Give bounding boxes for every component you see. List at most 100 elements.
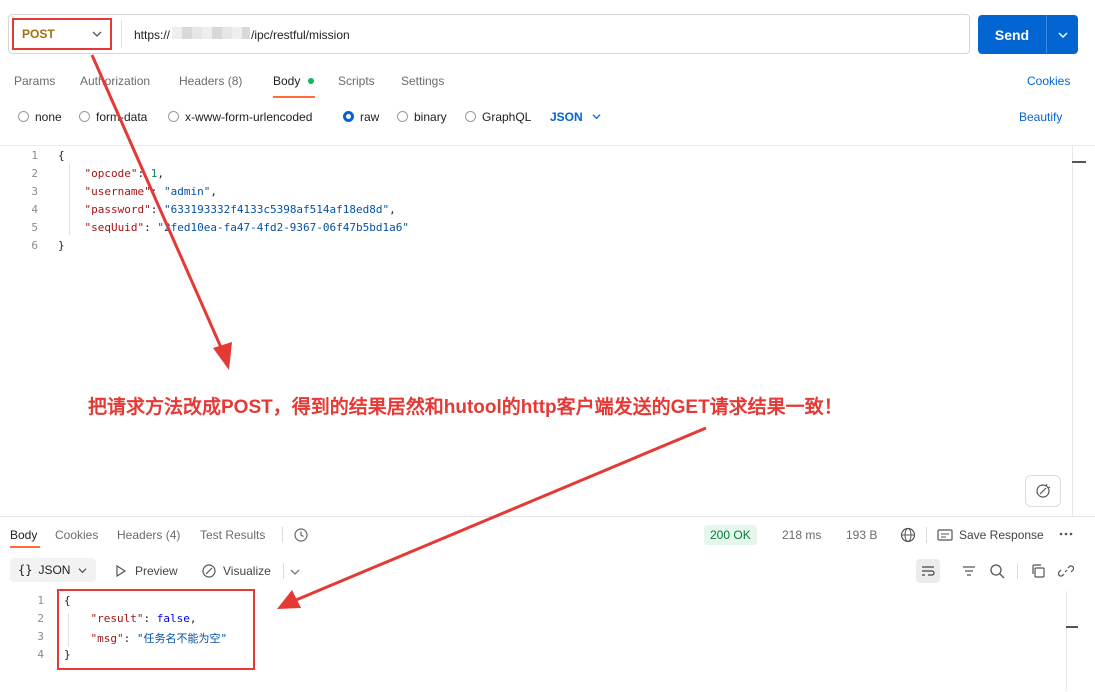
json-key: "result"	[90, 612, 144, 625]
line-number: 1	[31, 149, 38, 162]
radio-urlencoded[interactable]	[168, 111, 179, 122]
visualize-icon	[202, 564, 216, 578]
code-line: }	[64, 648, 71, 661]
response-divider	[0, 516, 1095, 517]
status-badge[interactable]: 200 OK	[704, 525, 757, 545]
code-line: "opcode": 1,	[84, 167, 164, 180]
line-number: 5	[31, 221, 38, 234]
tab-settings[interactable]: Settings	[401, 74, 444, 88]
radio-graphql[interactable]	[465, 111, 476, 122]
globe-icon[interactable]	[900, 527, 916, 543]
play-icon	[116, 565, 126, 577]
tab-params[interactable]: Params	[14, 74, 55, 88]
response-tab-cookies[interactable]: Cookies	[55, 528, 98, 542]
tab-body[interactable]: Body	[273, 74, 300, 88]
chevron-down-icon[interactable]	[290, 567, 300, 577]
response-scroll-thumb[interactable]	[1066, 626, 1078, 628]
line-number: 2	[37, 612, 44, 625]
radio-urlencoded-label[interactable]: x-www-form-urlencoded	[185, 110, 312, 124]
radio-binary-label[interactable]: binary	[414, 110, 447, 124]
save-response-icon	[937, 529, 953, 541]
response-size[interactable]: 193 B	[846, 528, 877, 542]
body-format-select[interactable]: JSON	[550, 110, 601, 124]
line-number: 3	[37, 630, 44, 643]
response-time[interactable]: 218 ms	[782, 528, 821, 542]
divider	[283, 563, 284, 579]
json-value: "2fed10ea-fa47-4fd2-9367-06f47b5bd1a6"	[157, 221, 410, 234]
response-format-label: JSON	[38, 563, 71, 577]
code-line: "msg": "任务名不能为空"	[90, 632, 228, 645]
response-format-select[interactable]: {} JSON	[10, 558, 96, 582]
json-value: 1	[150, 167, 158, 180]
more-icon[interactable]	[1058, 531, 1074, 537]
method-select[interactable]: POST	[12, 18, 112, 50]
radio-form-data-label[interactable]: form-data	[96, 110, 147, 124]
response-tab-headers[interactable]: Headers (4)	[117, 528, 180, 542]
radio-form-data[interactable]	[79, 111, 90, 122]
json-key: "password"	[84, 203, 151, 216]
chevron-down-icon	[78, 567, 88, 573]
annotation-arrow-2	[295, 426, 707, 602]
arrow-head-icon	[213, 342, 232, 370]
cookies-link[interactable]: Cookies	[1027, 74, 1070, 88]
active-tab-indicator	[273, 96, 315, 98]
search-icon[interactable]	[989, 563, 1005, 579]
divider	[282, 527, 283, 543]
code-line: "seqUuid": "2fed10ea-fa47-4fd2-9367-06f4…	[84, 221, 410, 234]
tab-headers[interactable]: Headers (8)	[179, 74, 242, 88]
indent-guide	[68, 613, 69, 647]
body-format-label: JSON	[550, 110, 583, 124]
response-active-tab-indicator	[10, 546, 40, 548]
tab-scripts[interactable]: Scripts	[338, 74, 375, 88]
preview-button[interactable]: Preview	[135, 564, 178, 578]
code-line: {	[58, 149, 65, 162]
editor-scroll-thumb[interactable]	[1072, 161, 1086, 163]
wrap-icon	[922, 566, 935, 576]
response-tab-test-results[interactable]: Test Results	[200, 528, 265, 542]
send-options-button[interactable]	[1046, 15, 1078, 54]
divider	[926, 527, 927, 543]
chevron-down-icon	[1058, 32, 1067, 38]
link-icon[interactable]	[1058, 563, 1074, 579]
send-label: Send	[994, 26, 1030, 43]
json-value: false	[156, 612, 190, 625]
line-number: 2	[31, 167, 38, 180]
json-key: "msg"	[90, 632, 124, 645]
url-prefix[interactable]: https://	[134, 28, 170, 42]
url-divider	[121, 20, 122, 48]
save-response-button[interactable]: Save Response	[959, 528, 1044, 542]
radio-binary[interactable]	[397, 111, 408, 122]
send-button[interactable]: Send	[978, 15, 1046, 54]
wrap-lines-button[interactable]	[916, 559, 940, 583]
method-label: POST	[22, 27, 55, 41]
json-key: "username"	[84, 185, 151, 198]
filter-icon[interactable]	[961, 563, 977, 579]
radio-raw-label[interactable]: raw	[360, 110, 379, 124]
radio-raw[interactable]	[343, 111, 354, 122]
copy-icon[interactable]	[1030, 563, 1046, 579]
code-line: "password": "633193332f4133c5398af514af1…	[84, 203, 396, 216]
tab-authorization[interactable]: Authorization	[80, 74, 150, 88]
url-path[interactable]: /ipc/restful/mission	[251, 28, 350, 42]
json-key: "opcode"	[84, 167, 138, 180]
chevron-down-icon	[592, 114, 601, 120]
radio-none[interactable]	[18, 111, 29, 122]
line-number: 1	[37, 594, 44, 607]
magic-wand-button[interactable]	[1025, 475, 1061, 507]
json-value: "633193332f4133c5398af514af18ed8d"	[163, 203, 390, 216]
code-line: "result": false,	[90, 612, 197, 625]
response-scrollbar[interactable]	[1066, 591, 1067, 691]
editor-scrollbar[interactable]	[1072, 146, 1073, 516]
beautify-link[interactable]: Beautify	[1019, 110, 1062, 124]
json-value: "任务名不能为空"	[136, 632, 228, 645]
response-tab-body[interactable]: Body	[10, 528, 37, 542]
url-redacted-host	[172, 27, 250, 39]
history-icon[interactable]	[293, 527, 309, 543]
status-label: 200 OK	[710, 528, 751, 542]
radio-graphql-label[interactable]: GraphQL	[482, 110, 531, 124]
visualize-button[interactable]: Visualize	[223, 564, 271, 578]
magic-wand-icon	[1036, 483, 1051, 498]
radio-none-label[interactable]: none	[35, 110, 62, 124]
arrow-head-icon	[277, 590, 301, 609]
line-number: 4	[37, 648, 44, 661]
